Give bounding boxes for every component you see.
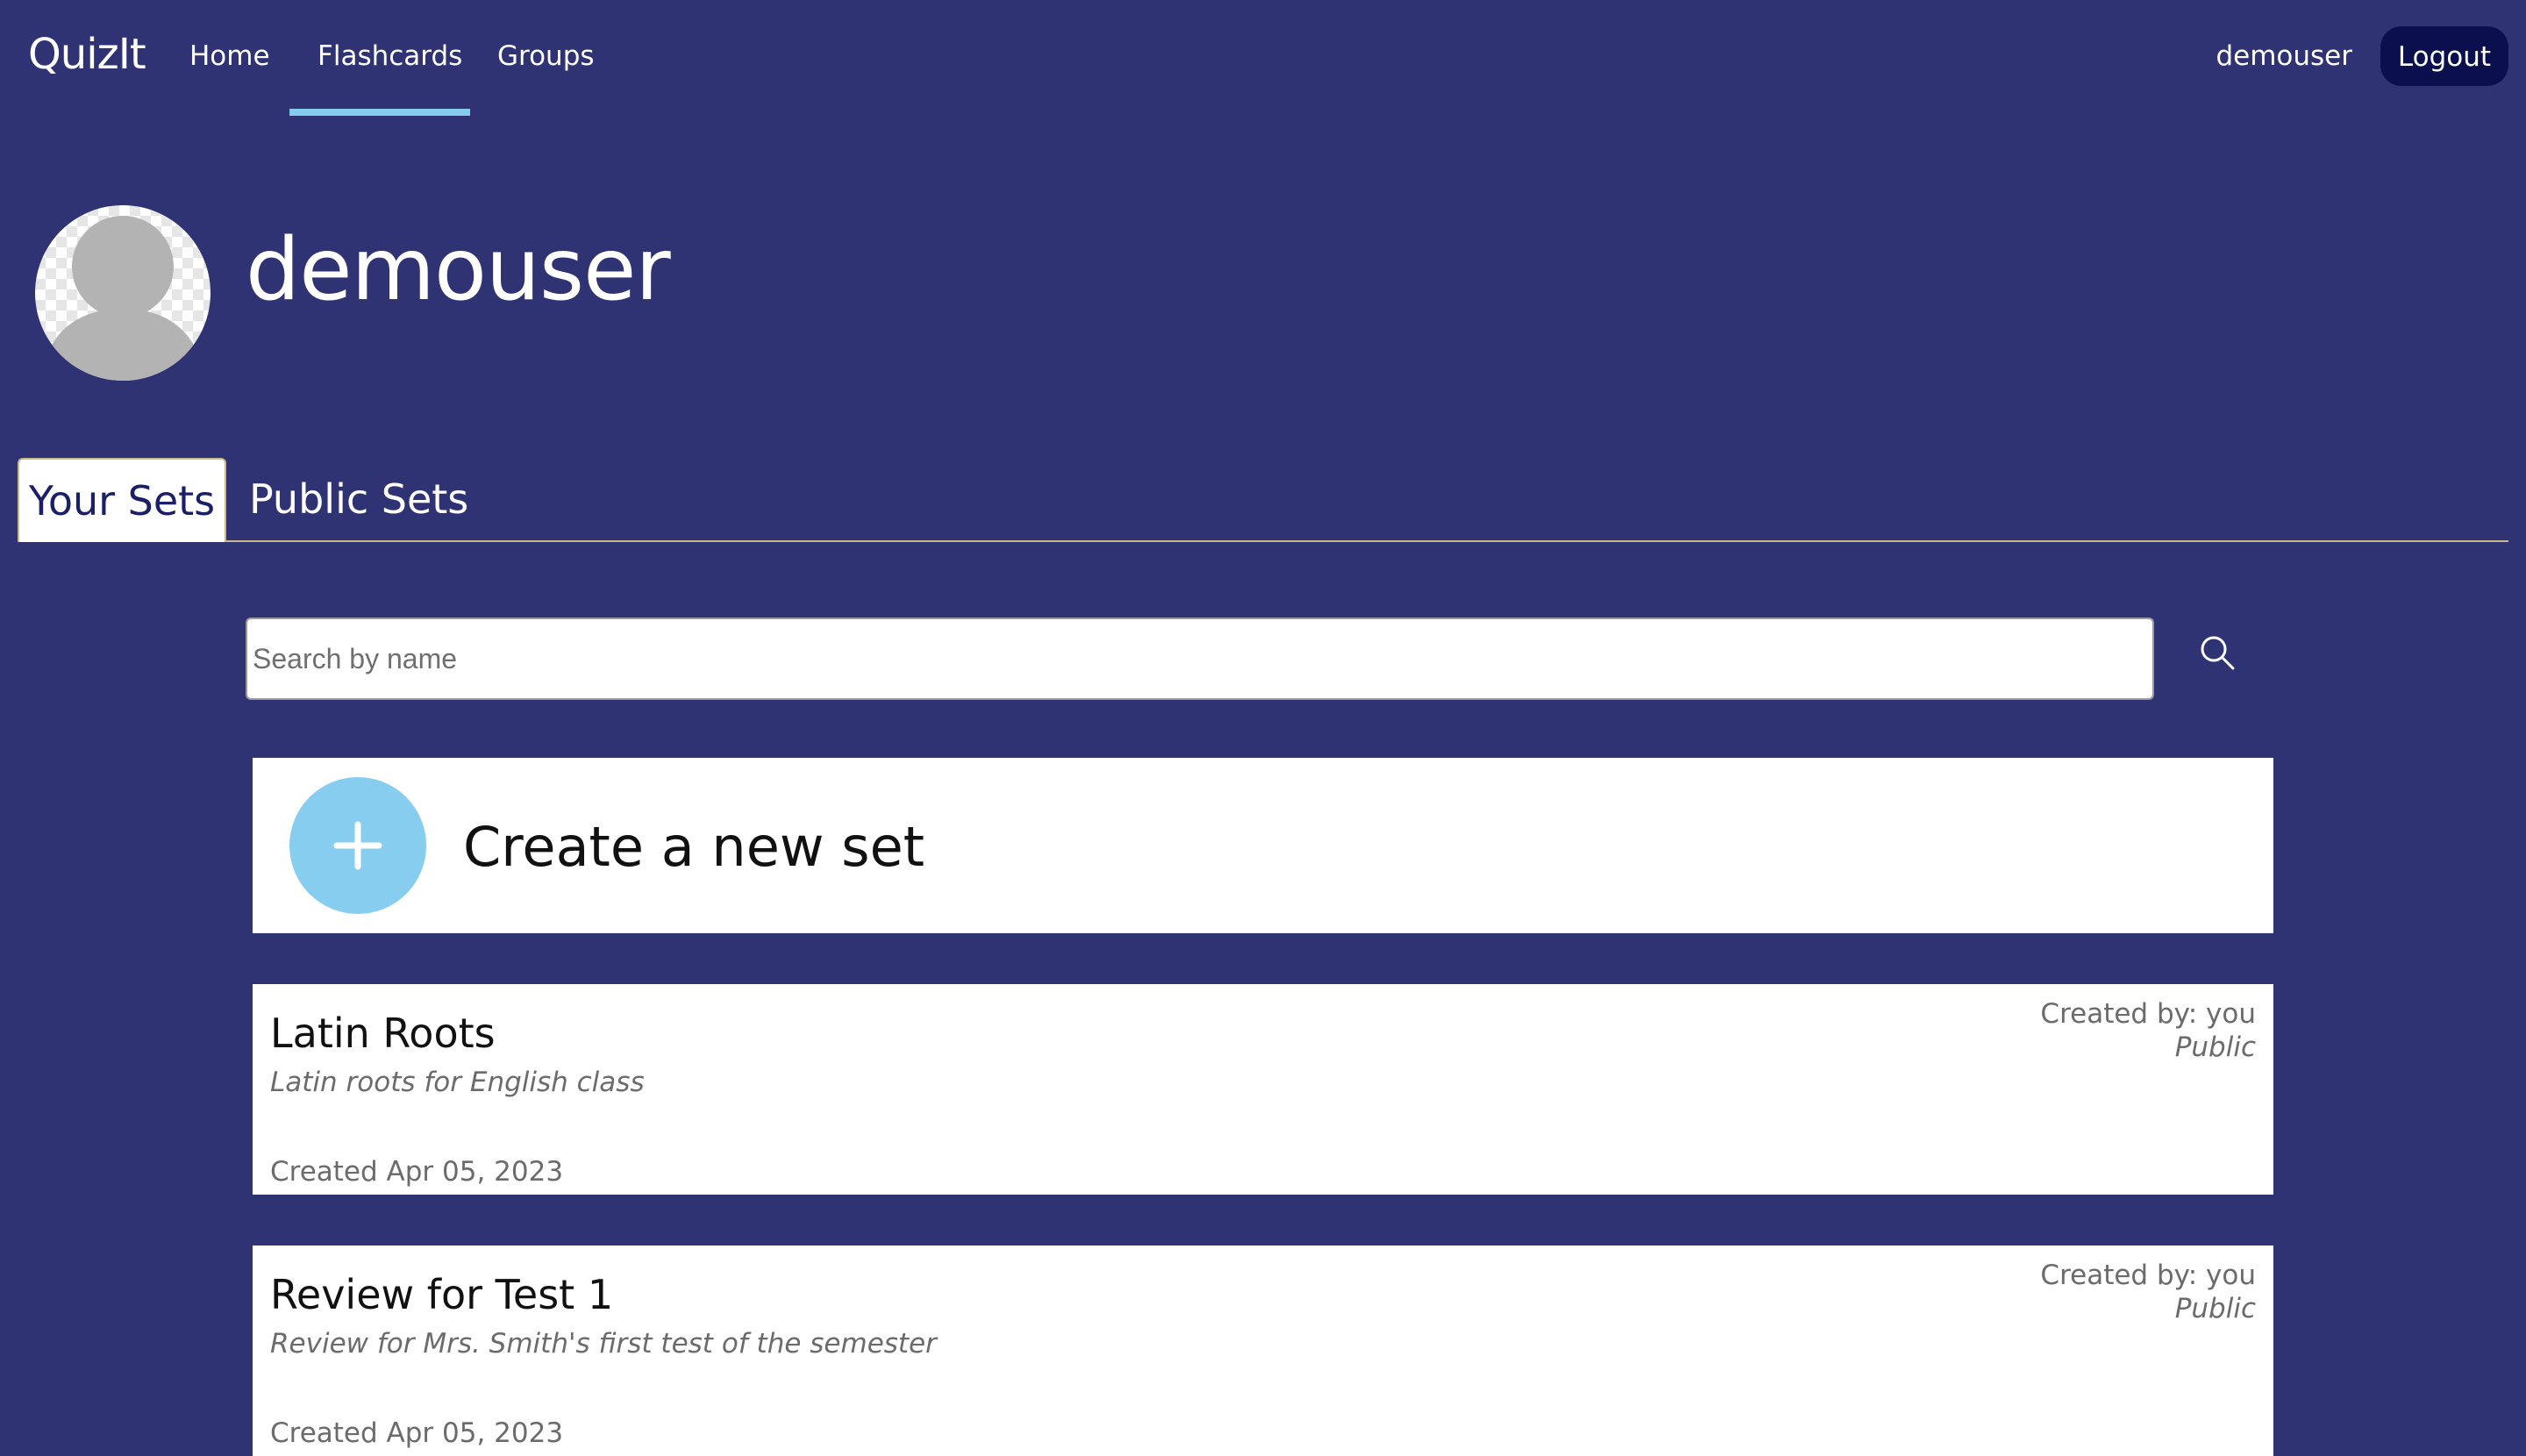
set-tabs: Your Sets Public Sets: [18, 458, 2508, 542]
set-description: Review for Mrs. Smith's first test of th…: [270, 1328, 937, 1360]
set-card[interactable]: Review for Test 1 Review for Mrs. Smith'…: [253, 1245, 2273, 1456]
set-card[interactable]: Latin Roots Latin roots for English clas…: [253, 984, 2273, 1195]
user-silhouette-icon: [40, 216, 205, 381]
set-visibility: Public: [2174, 1031, 2256, 1063]
active-nav-indicator: [289, 109, 470, 116]
search-icon[interactable]: [2198, 633, 2237, 672]
set-title: Review for Test 1: [270, 1271, 614, 1318]
brand-logo[interactable]: QuizIt: [28, 26, 146, 82]
set-created-date: Created Apr 05, 2023: [270, 1417, 564, 1449]
tab-public-sets[interactable]: Public Sets: [249, 458, 468, 540]
logout-button[interactable]: Logout: [2380, 26, 2508, 86]
nav-link-flashcards[interactable]: Flashcards: [318, 35, 462, 77]
plus-icon: [289, 777, 426, 914]
avatar: [35, 205, 210, 381]
set-title: Latin Roots: [270, 1010, 496, 1057]
nav-username[interactable]: demouser: [2216, 35, 2352, 77]
set-creator: Created by: you: [2040, 998, 2256, 1030]
create-set-card[interactable]: Create a new set: [253, 758, 2273, 933]
create-set-label: Create a new set: [463, 815, 925, 879]
nav-link-home[interactable]: Home: [189, 35, 270, 77]
profile-username: demouser: [246, 220, 671, 320]
set-created-date: Created Apr 05, 2023: [270, 1156, 564, 1188]
nav-link-groups[interactable]: Groups: [497, 35, 595, 77]
set-creator: Created by: you: [2040, 1260, 2256, 1291]
top-navbar: QuizIt Home Flashcards Groups demouser L…: [0, 0, 2526, 116]
tab-your-sets[interactable]: Your Sets: [18, 458, 226, 542]
set-description: Latin roots for English class: [270, 1067, 645, 1098]
search-input[interactable]: [246, 617, 2154, 700]
set-visibility: Public: [2174, 1293, 2256, 1324]
